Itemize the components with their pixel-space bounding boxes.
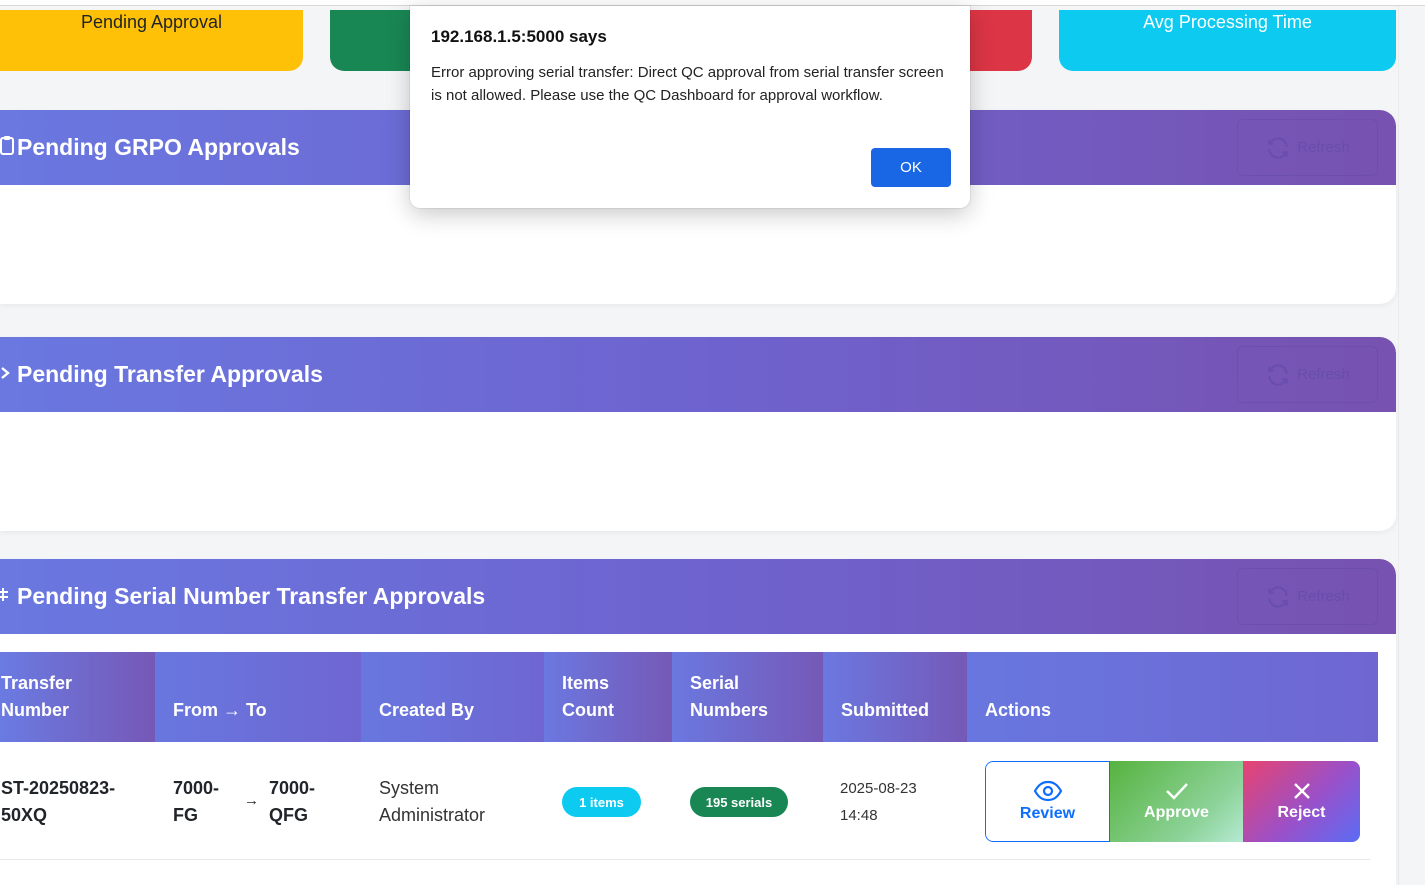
transfer-panel: Pending Transfer Approvals Refresh: [0, 337, 1396, 531]
serial-title-text: Pending Serial Number Transfer Approvals: [17, 583, 486, 609]
grpo-refresh-button[interactable]: Refresh: [1237, 119, 1378, 176]
serial-table-header: Transfer Number From → To Created By Ite…: [0, 652, 1378, 742]
review-button[interactable]: Review: [985, 761, 1110, 842]
transfer-number-cell: ST-20250823-50XQ: [1, 778, 116, 825]
dialog-title: 192.168.1.5:5000 says: [431, 27, 607, 46]
created-by-cell: System Administrator: [379, 778, 486, 825]
page-scrollbar-track[interactable]: [1398, 6, 1425, 885]
col-transfer-number: Transfer Number: [0, 652, 155, 742]
arrow-right-icon: [0, 364, 16, 385]
serial-refresh-label: Refresh: [1297, 588, 1350, 605]
submitted-cell: 2025-08-23 14:48: [840, 780, 917, 824]
col-from-to: From → To: [155, 652, 361, 742]
col-serial-numbers: Serial Numbers: [672, 652, 823, 742]
from-warehouse-cell: 7000-FG: [173, 778, 220, 825]
col-actions: Actions: [967, 652, 1378, 742]
clipboard-icon: [0, 135, 16, 160]
ok-button[interactable]: OK: [871, 148, 951, 187]
approve-button[interactable]: Approve: [1110, 761, 1243, 842]
serial-panel-title: Pending Serial Number Transfer Approvals: [0, 559, 485, 634]
serial-panel-header: Pending Serial Number Transfer Approvals…: [0, 559, 1396, 634]
pending-approval-label: Pending Approval: [80, 12, 223, 32]
grpo-panel-title: Pending GRPO Approvals: [0, 110, 300, 185]
serial-panel: Pending Serial Number Transfer Approvals…: [0, 559, 1396, 885]
eye-icon: [1033, 780, 1062, 802]
col-submitted: Submitted: [823, 652, 967, 742]
refresh-icon: [1268, 586, 1288, 607]
close-icon: [1293, 783, 1310, 799]
serial-count-badge: 195 serials: [690, 787, 788, 817]
alert-dialog: 192.168.1.5:5000 says Error approving se…: [410, 6, 970, 208]
transfer-title-text: Pending Transfer Approvals: [17, 361, 323, 387]
transfer-refresh-label: Refresh: [1297, 366, 1350, 383]
arrow-right-icon: →: [244, 792, 259, 809]
grpo-title-text: Pending GRPO Approvals: [17, 134, 300, 160]
col-created-by: Created By: [361, 652, 544, 742]
transfer-panel-header: Pending Transfer Approvals Refresh: [0, 337, 1396, 412]
avg-processing-label: Avg Processing Time: [1143, 12, 1312, 32]
to-warehouse-cell: 7000-QFG: [269, 778, 316, 825]
transfer-panel-title: Pending Transfer Approvals: [0, 337, 323, 412]
transfer-refresh-button[interactable]: Refresh: [1237, 346, 1378, 403]
serial-refresh-button[interactable]: Refresh: [1237, 568, 1378, 625]
refresh-icon: [1268, 137, 1288, 158]
dialog-message: Error approving serial transfer: Direct …: [431, 64, 944, 104]
approve-label: Approve: [1144, 804, 1209, 821]
check-icon: [1165, 783, 1188, 800]
items-count-badge: 1 items: [562, 787, 641, 817]
reject-label: Reject: [1277, 804, 1326, 821]
col-items-count: Items Count: [544, 652, 672, 742]
avg-processing-card: Avg Processing Time: [1059, 10, 1396, 71]
table-row: ST-20250823-50XQ 7000-FG → 7000-QFG Syst…: [0, 742, 1370, 860]
refresh-icon: [1268, 364, 1288, 385]
grpo-refresh-label: Refresh: [1297, 139, 1350, 156]
hash-icon: [0, 586, 16, 607]
pending-approval-card: Pending Approval: [0, 10, 303, 71]
reject-button[interactable]: Reject: [1243, 761, 1360, 842]
review-label: Review: [1019, 805, 1076, 822]
row-actions: Review Approve Reject: [985, 761, 1360, 842]
